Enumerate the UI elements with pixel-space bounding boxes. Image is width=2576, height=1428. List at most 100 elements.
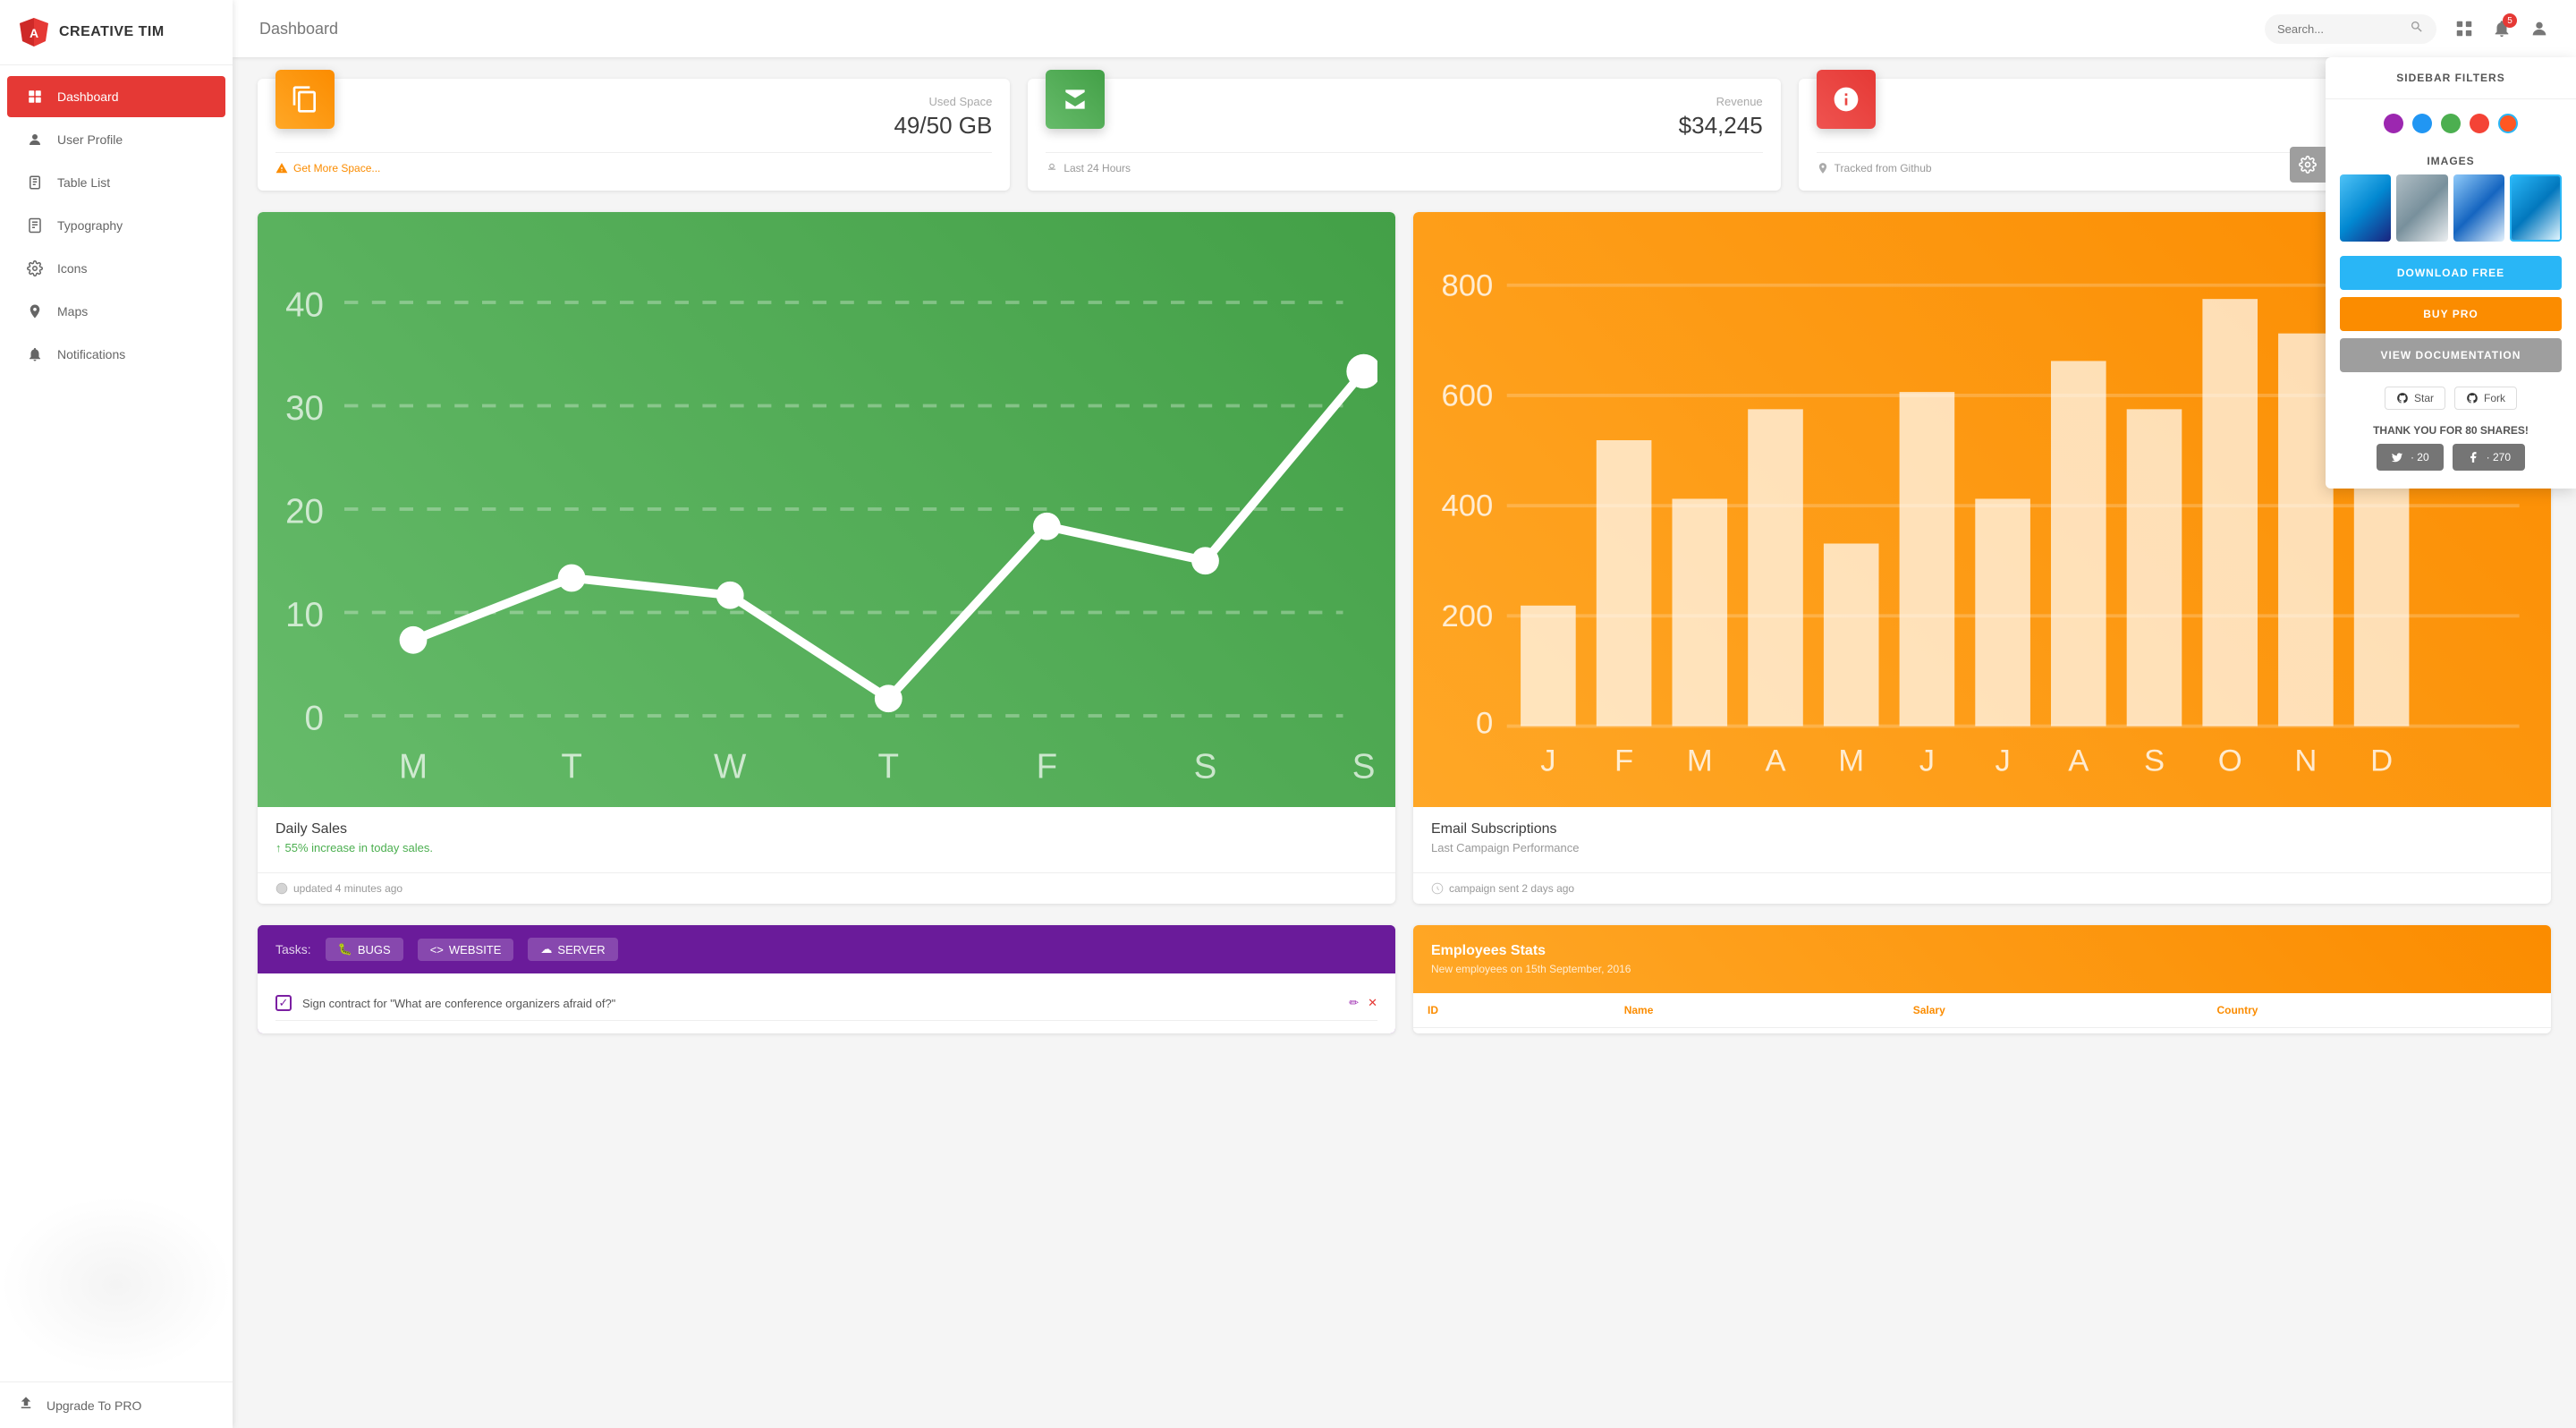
svg-text:T: T	[561, 747, 582, 785]
svg-text:800: 800	[1442, 268, 1494, 302]
tasks-card: Tasks: 🐛 BUGS <> WEBSITE ☁ SERVER	[258, 925, 1395, 1033]
employees-card: Employees Stats New employees on 15th Se…	[1413, 925, 2551, 1033]
col-id: ID	[1413, 993, 1610, 1028]
stat-card-header: Used Space	[275, 95, 992, 108]
sidebar-item-icons[interactable]: Icons	[7, 248, 225, 289]
stat-footer-text: Tracked from Github	[1835, 162, 1932, 174]
sidebar-item-notifications[interactable]: Notifications	[7, 334, 225, 375]
tasks-header: Tasks: 🐛 BUGS <> WEBSITE ☁ SERVER	[258, 925, 1395, 973]
angular-logo-icon: A	[18, 16, 50, 48]
color-dot-green[interactable]	[2441, 114, 2461, 133]
stat-value: $34,245	[1046, 112, 1762, 140]
delete-icon[interactable]: ✕	[1368, 996, 1377, 1010]
color-dot-deep-orange[interactable]	[2498, 114, 2518, 133]
grid-view-button[interactable]	[2454, 19, 2474, 38]
svg-text:M: M	[399, 747, 428, 785]
sidebar-item-dashboard[interactable]: Dashboard	[7, 76, 225, 117]
svg-text:O: O	[2218, 744, 2242, 778]
search-input[interactable]	[2277, 22, 2402, 36]
view-documentation-button[interactable]: VIEW DOCUMENTATION	[2340, 338, 2562, 372]
filter-image-4[interactable]	[2510, 174, 2562, 242]
employees-title: Employees Stats	[1431, 943, 2533, 959]
sidebar-item-label: User Profile	[57, 132, 123, 147]
sidebar-item-user-profile[interactable]: User Profile	[7, 119, 225, 160]
sidebar-footer-label: Upgrade To PRO	[47, 1398, 141, 1413]
filter-title: SIDEBAR FILTERS	[2326, 57, 2576, 99]
col-salary: Salary	[1899, 993, 2203, 1028]
sidebar-item-maps[interactable]: Maps	[7, 291, 225, 332]
line-chart-header: 40 30 20 10 0	[258, 212, 1395, 807]
filter-image-2[interactable]	[2396, 174, 2447, 242]
svg-text:D: D	[2370, 744, 2393, 778]
sidebar-item-label: Typography	[57, 218, 123, 233]
github-star-button[interactable]: Star	[2385, 387, 2445, 410]
filter-images	[2326, 174, 2576, 256]
svg-text:T: T	[878, 747, 900, 785]
stat-label: Used Space	[929, 95, 993, 108]
svg-text:10: 10	[285, 596, 324, 634]
filter-image-1[interactable]	[2340, 174, 2391, 242]
svg-text:S: S	[1194, 747, 1217, 785]
svg-text:J: J	[1995, 744, 2010, 778]
charts-row: 40 30 20 10 0	[258, 212, 2551, 904]
bug-icon: 🐛	[338, 942, 352, 956]
col-country: Country	[2202, 993, 2551, 1028]
settings-tab-button[interactable]	[2290, 147, 2326, 183]
task-tab-bugs[interactable]: 🐛 BUGS	[326, 938, 403, 961]
search-icon[interactable]	[2410, 20, 2424, 38]
sidebar-footer-upgrade[interactable]: Upgrade To PRO	[0, 1381, 233, 1428]
svg-text:J: J	[1540, 744, 1555, 778]
twitter-count: · 20	[2411, 451, 2429, 463]
stat-label: Revenue	[1716, 95, 1763, 108]
task-tab-label: BUGS	[358, 943, 391, 956]
user-account-button[interactable]	[2529, 19, 2549, 38]
sidebar-item-table-list[interactable]: Table List	[7, 162, 225, 203]
svg-text:S: S	[2144, 744, 2165, 778]
doc-icon	[25, 216, 45, 235]
notification-badge: 5	[2503, 13, 2517, 28]
chart-subtitle: Last Campaign Performance	[1431, 841, 2533, 854]
svg-text:A: A	[1765, 744, 1786, 778]
copy-icon-badge	[275, 70, 335, 129]
page-title: Dashboard	[259, 20, 2265, 38]
svg-text:F: F	[1614, 744, 1633, 778]
twitter-share-button[interactable]: · 20	[2377, 444, 2444, 471]
brand-name: CREATIVE TIM	[59, 24, 165, 40]
notifications-button[interactable]: 5	[2492, 19, 2512, 38]
chart-subtitle-text: Last Campaign Performance	[1431, 841, 1579, 854]
github-fork-button[interactable]: Fork	[2454, 387, 2517, 410]
filter-image-3[interactable]	[2453, 174, 2504, 242]
task-tab-website[interactable]: <> WEBSITE	[418, 939, 514, 961]
svg-text:F: F	[1037, 747, 1058, 785]
bell-icon	[25, 344, 45, 364]
svg-text:30: 30	[285, 389, 324, 428]
color-dot-purple[interactable]	[2384, 114, 2403, 133]
svg-text:M: M	[1687, 744, 1713, 778]
filter-images-title: IMAGES	[2326, 148, 2576, 174]
stat-footer-text: Get More Space...	[293, 162, 380, 174]
line-chart-svg: 40 30 20 10 0	[275, 234, 1377, 785]
grid-icon	[25, 87, 45, 106]
svg-text:200: 200	[1442, 599, 1494, 633]
filter-colors	[2326, 99, 2576, 148]
task-checkbox[interactable]: ✓	[275, 995, 292, 1011]
color-dot-blue[interactable]	[2412, 114, 2432, 133]
code-icon: <>	[430, 943, 444, 956]
sidebar-item-label: Dashboard	[57, 89, 119, 104]
facebook-share-button[interactable]: · 270	[2453, 444, 2525, 471]
github-star-label: Star	[2414, 392, 2434, 404]
color-dot-red[interactable]	[2470, 114, 2489, 133]
task-actions: ✏ ✕	[1349, 996, 1377, 1010]
sidebar-item-typography[interactable]: Typography	[7, 205, 225, 246]
buy-pro-button[interactable]: BUY PRO	[2340, 297, 2562, 331]
sidebar-item-label: Notifications	[57, 347, 125, 361]
stat-footer: Get More Space...	[275, 152, 992, 174]
svg-text:M: M	[1838, 744, 1864, 778]
edit-icon[interactable]: ✏	[1349, 996, 1359, 1010]
chart-subtitle: ↑ 55% increase in today sales.	[275, 841, 1377, 854]
download-free-button[interactable]: DOWNLOAD FREE	[2340, 256, 2562, 290]
header: Dashboard 5	[233, 0, 2576, 57]
chart-title: Daily Sales	[275, 821, 1377, 837]
chart-body: Daily Sales ↑ 55% increase in today sale…	[258, 807, 1395, 872]
task-tab-server[interactable]: ☁ SERVER	[528, 938, 617, 961]
